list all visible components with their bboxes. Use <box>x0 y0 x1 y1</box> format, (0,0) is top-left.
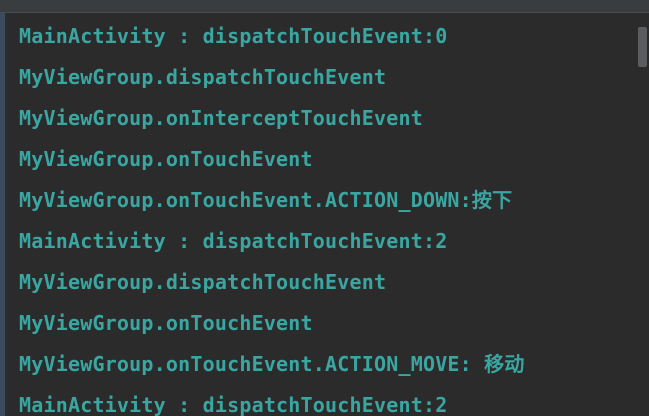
log-output[interactable]: MainActivity : dispatchTouchEvent:0 MyVi… <box>19 13 634 416</box>
log-line: MainActivity : dispatchTouchEvent:2 <box>19 229 448 253</box>
log-line: MyViewGroup.onTouchEvent.ACTION_DOWN:按下 <box>19 188 513 212</box>
log-line: MainActivity : dispatchTouchEvent:0 <box>19 24 448 48</box>
log-line: MyViewGroup.onTouchEvent <box>19 311 313 335</box>
console-gutter <box>0 13 5 416</box>
log-line: MyViewGroup.dispatchTouchEvent <box>19 270 387 294</box>
log-line: MainActivity : dispatchTouchEvent:2 <box>19 393 448 416</box>
console-panel: MainActivity : dispatchTouchEvent:0 MyVi… <box>0 0 649 416</box>
log-line: MyViewGroup.onTouchEvent <box>19 147 313 171</box>
vertical-scrollbar[interactable] <box>637 13 649 416</box>
log-line: MyViewGroup.onInterceptTouchEvent <box>19 106 423 130</box>
scrollbar-thumb[interactable] <box>638 27 647 67</box>
console-header-strip <box>0 0 649 13</box>
log-line: MyViewGroup.onTouchEvent.ACTION_MOVE: 移动 <box>19 352 525 376</box>
log-line: MyViewGroup.dispatchTouchEvent <box>19 65 387 89</box>
